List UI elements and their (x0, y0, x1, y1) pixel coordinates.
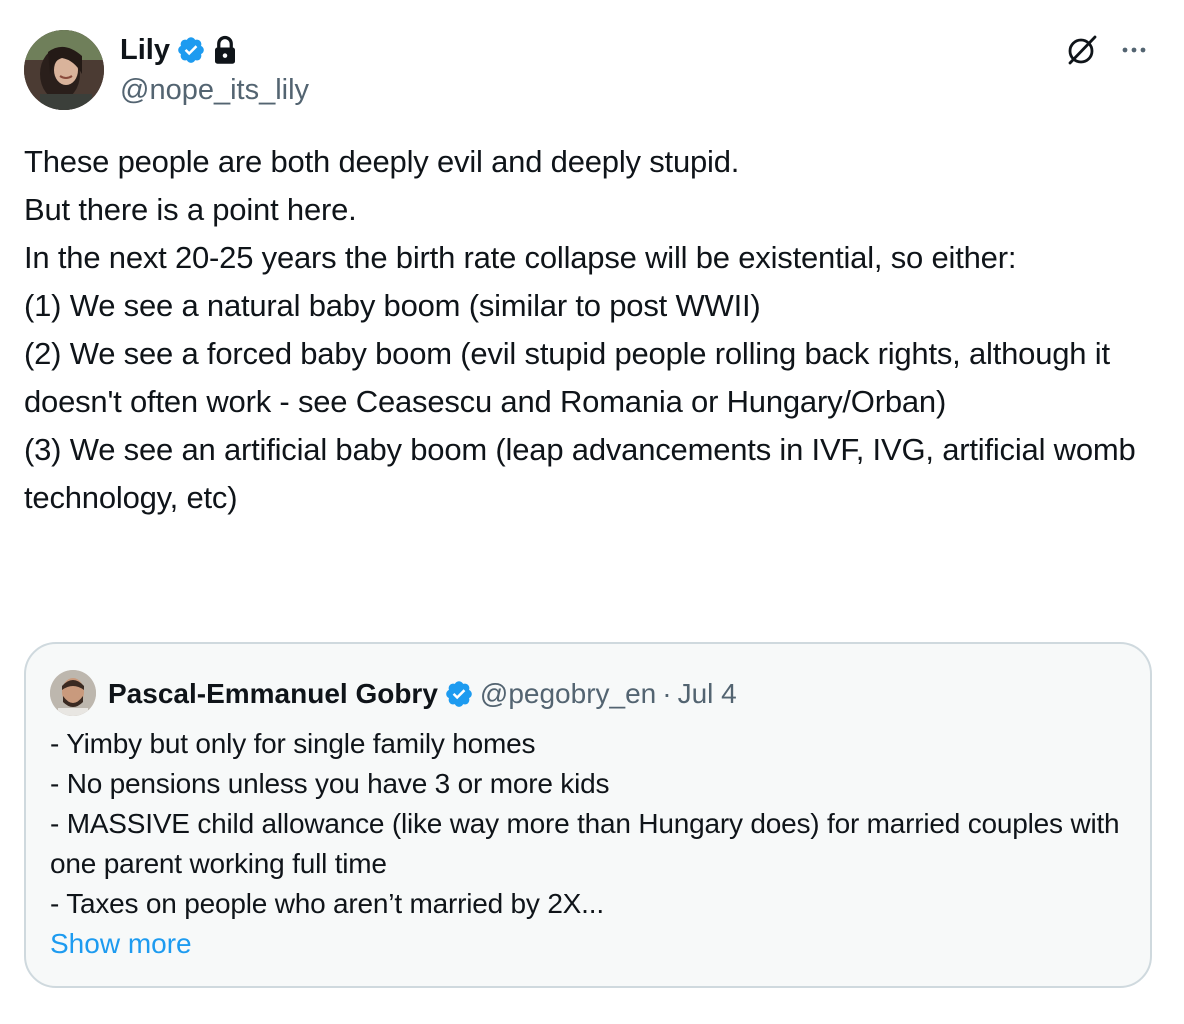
quoted-author-avatar[interactable] (50, 670, 96, 716)
tweet-text: These people are both deeply evil and de… (24, 144, 1136, 515)
quoted-tweet-date[interactable]: Jul 4 (678, 678, 737, 710)
quoted-tweet-text: - Yimby but only for single family homes… (50, 728, 1120, 919)
author-name-row: Lily (120, 32, 238, 68)
lock-icon (212, 35, 238, 65)
author-display-name[interactable]: Lily (120, 32, 170, 68)
verified-badge-icon (444, 679, 474, 709)
tweet: Lily @nope_its_lily These people are bot… (0, 0, 1184, 1024)
quoted-tweet-card[interactable]: Pascal-Emmanuel Gobry @pegobry_en · Jul … (24, 642, 1152, 988)
quoted-tweet-header: Pascal-Emmanuel Gobry @pegobry_en · Jul … (108, 674, 737, 714)
show-more-link[interactable]: Show more (50, 924, 192, 964)
quoted-author-handle[interactable]: @pegobry_en (480, 678, 656, 710)
verified-badge-icon[interactable] (176, 35, 206, 65)
quoted-author-display-name[interactable]: Pascal-Emmanuel Gobry (108, 678, 438, 710)
author-handle[interactable]: @nope_its_lily (120, 72, 309, 108)
grok-icon[interactable] (1064, 32, 1100, 68)
more-options-icon[interactable] (1116, 32, 1152, 68)
author-avatar[interactable] (24, 30, 104, 110)
header-separator: · (662, 678, 672, 709)
